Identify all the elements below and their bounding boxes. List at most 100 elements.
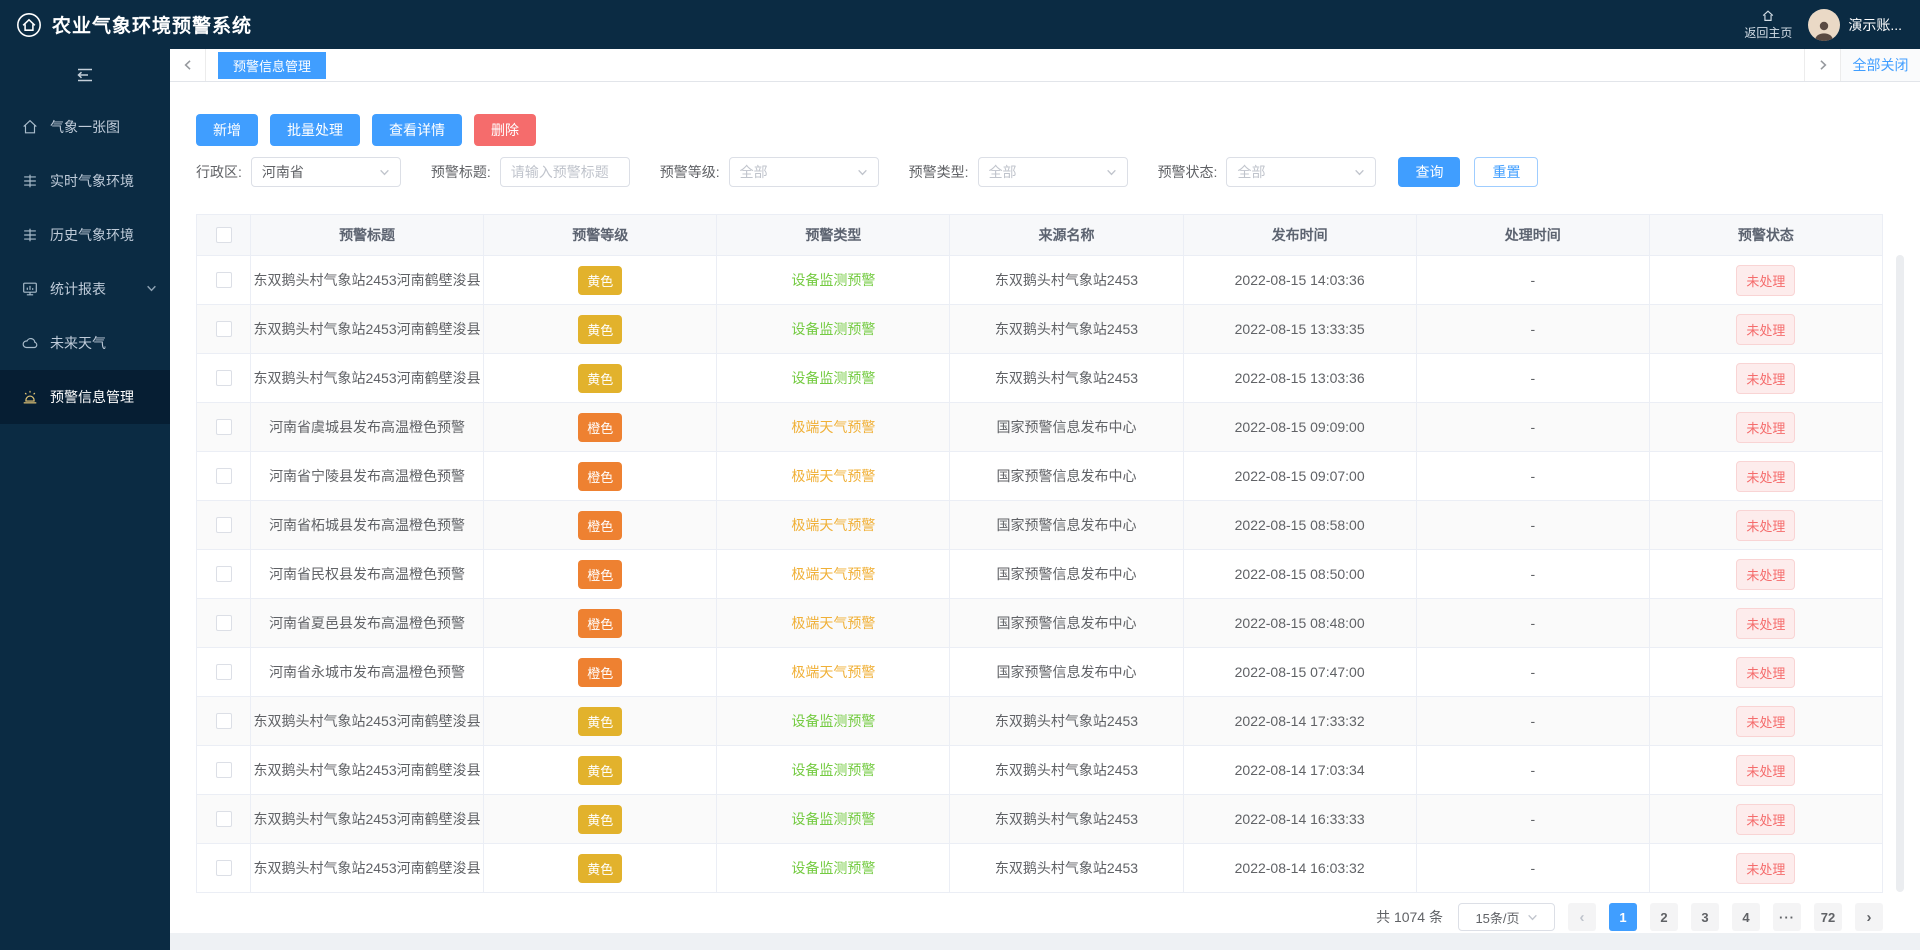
add-button[interactable]: 新增 — [196, 114, 258, 146]
row-checkbox[interactable] — [216, 762, 232, 778]
realtime-env-icon — [21, 172, 39, 190]
page-button[interactable]: ··· — [1773, 903, 1801, 931]
cell-warning-level: 黄色 — [484, 746, 717, 794]
row-checkbox[interactable] — [216, 566, 232, 582]
row-checkbox[interactable] — [216, 321, 232, 337]
table-body: 东双鹅头村气象站2453河南鹤壁浚县 黄色 设备监测预警 东双鹅头村气象站245… — [197, 256, 1882, 893]
sidebar-item-stats-report[interactable]: 统计报表 — [0, 262, 170, 316]
cell-handle-time: - — [1417, 648, 1650, 696]
cell-source-name: 国家预警信息发布中心 — [950, 452, 1183, 500]
type-link[interactable]: 设备监测预警 — [791, 368, 875, 388]
sidebar-item-history-env[interactable]: 历史气象环境 — [0, 208, 170, 262]
sidebar-item-label: 历史气象环境 — [50, 225, 134, 245]
batch-process-button[interactable]: 批量处理 — [270, 114, 360, 146]
view-detail-button[interactable]: 查看详情 — [372, 114, 462, 146]
cell-warning-title: 东双鹅头村气象站2453河南鹤壁浚县 — [251, 697, 484, 745]
page-button[interactable]: 72 — [1814, 903, 1842, 931]
sidebar-item-realtime-env[interactable]: 实时气象环境 — [0, 154, 170, 208]
type-link[interactable]: 设备监测预警 — [791, 760, 875, 780]
status-badge: 未处理 — [1736, 363, 1795, 394]
cell-warning-type: 极端天气预警 — [717, 550, 950, 598]
cell-source-name: 东双鹅头村气象站2453 — [950, 697, 1183, 745]
level-badge: 黄色 — [578, 756, 622, 785]
type-link[interactable]: 设备监测预警 — [791, 809, 875, 829]
sidebar-item-warning-manage[interactable]: 预警信息管理 — [0, 370, 170, 424]
cell-warning-level: 黄色 — [484, 305, 717, 353]
row-checkbox[interactable] — [216, 272, 232, 288]
sidebar-collapse-button[interactable] — [0, 57, 170, 93]
table-row: 河南省永城市发布高温橙色预警 橙色 极端天气预警 国家预警信息发布中心 2022… — [197, 648, 1882, 697]
status-badge: 未处理 — [1736, 804, 1795, 835]
app-header: 农业气象环境预警系统 返回主页 演示账... — [0, 0, 1920, 49]
type-link[interactable]: 极端天气预警 — [791, 417, 875, 437]
cell-warning-type: 极端天气预警 — [717, 648, 950, 696]
cell-warning-status: 未处理 — [1650, 599, 1882, 647]
row-checkbox[interactable] — [216, 713, 232, 729]
warning-status-select[interactable]: 全部 — [1226, 157, 1376, 187]
page-button[interactable]: ‹ — [1568, 903, 1596, 931]
row-checkbox[interactable] — [216, 370, 232, 386]
cell-source-name: 国家预警信息发布中心 — [950, 501, 1183, 549]
delete-button[interactable]: 删除 — [474, 114, 536, 146]
select-all-checkbox[interactable] — [216, 227, 232, 243]
type-link[interactable]: 设备监测预警 — [791, 319, 875, 339]
cell-warning-status: 未处理 — [1650, 501, 1882, 549]
back-home-button[interactable]: 返回主页 — [1744, 9, 1792, 41]
warning-title-input[interactable] — [500, 157, 630, 187]
chevron-down-icon — [857, 167, 868, 178]
level-badge: 橙色 — [578, 462, 622, 491]
cell-publish-time: 2022-08-14 16:33:33 — [1184, 795, 1417, 843]
row-checkbox[interactable] — [216, 664, 232, 680]
warning-title-label: 预警标题: — [431, 162, 491, 182]
tab-warning-info-manage[interactable]: 预警信息管理 — [218, 52, 326, 79]
tabs-scroll-left-button[interactable] — [170, 49, 206, 81]
cell-warning-level: 橙色 — [484, 599, 717, 647]
chevron-left-icon — [182, 59, 194, 71]
sidebar: 气象一张图 实时气象环境 历史气象环境 — [0, 49, 170, 950]
cell-warning-status: 未处理 — [1650, 648, 1882, 696]
type-link[interactable]: 设备监测预警 — [791, 711, 875, 731]
sidebar-item-weather-map[interactable]: 气象一张图 — [0, 100, 170, 154]
close-all-tabs-button[interactable]: 全部关闭 — [1840, 49, 1920, 81]
cell-warning-level: 橙色 — [484, 648, 717, 696]
warning-level-select[interactable]: 全部 — [729, 157, 879, 187]
row-checkbox[interactable] — [216, 517, 232, 533]
type-link[interactable]: 极端天气预警 — [791, 466, 875, 486]
page-button[interactable]: › — [1855, 903, 1883, 931]
type-link[interactable]: 极端天气预警 — [791, 613, 875, 633]
page-button[interactable]: 2 — [1650, 903, 1678, 931]
type-link[interactable]: 极端天气预警 — [791, 662, 875, 682]
cell-publish-time: 2022-08-15 09:09:00 — [1184, 403, 1417, 451]
page-button[interactable]: 1 — [1609, 903, 1637, 931]
warning-type-select[interactable]: 全部 — [978, 157, 1128, 187]
table-scrollbar[interactable] — [1896, 255, 1904, 892]
status-badge: 未处理 — [1736, 853, 1795, 884]
back-home-label: 返回主页 — [1744, 24, 1792, 41]
cell-warning-type: 设备监测预警 — [717, 844, 950, 892]
search-button[interactable]: 查询 — [1398, 157, 1460, 187]
page-size-select[interactable]: 15条/页 — [1458, 903, 1555, 931]
tabs-scroll-right-button[interactable] — [1804, 49, 1840, 81]
status-badge: 未处理 — [1736, 461, 1795, 492]
row-checkbox[interactable] — [216, 860, 232, 876]
type-link[interactable]: 极端天气预警 — [791, 564, 875, 584]
row-checkbox[interactable] — [216, 811, 232, 827]
reset-button[interactable]: 重置 — [1474, 157, 1538, 187]
column-header: 预警类型 — [717, 215, 950, 255]
page-button[interactable]: 3 — [1691, 903, 1719, 931]
region-select[interactable]: 河南省 — [251, 157, 401, 187]
type-link[interactable]: 极端天气预警 — [791, 515, 875, 535]
sidebar-item-future-weather[interactable]: 未来天气 — [0, 316, 170, 370]
row-checkbox[interactable] — [216, 419, 232, 435]
table-row: 东双鹅头村气象站2453河南鹤壁浚县 黄色 设备监测预警 东双鹅头村气象站245… — [197, 305, 1882, 354]
cell-publish-time: 2022-08-15 08:50:00 — [1184, 550, 1417, 598]
user-menu[interactable]: 演示账... — [1808, 9, 1902, 41]
row-checkbox[interactable] — [216, 615, 232, 631]
toolbar: 新增 批量处理 查看详情 删除 — [196, 114, 1883, 146]
row-checkbox[interactable] — [216, 468, 232, 484]
type-link[interactable]: 设备监测预警 — [791, 858, 875, 878]
type-link[interactable]: 设备监测预警 — [791, 270, 875, 290]
sidebar-item-label: 统计报表 — [50, 279, 106, 299]
region-value: 河南省 — [262, 162, 304, 182]
page-button[interactable]: 4 — [1732, 903, 1760, 931]
